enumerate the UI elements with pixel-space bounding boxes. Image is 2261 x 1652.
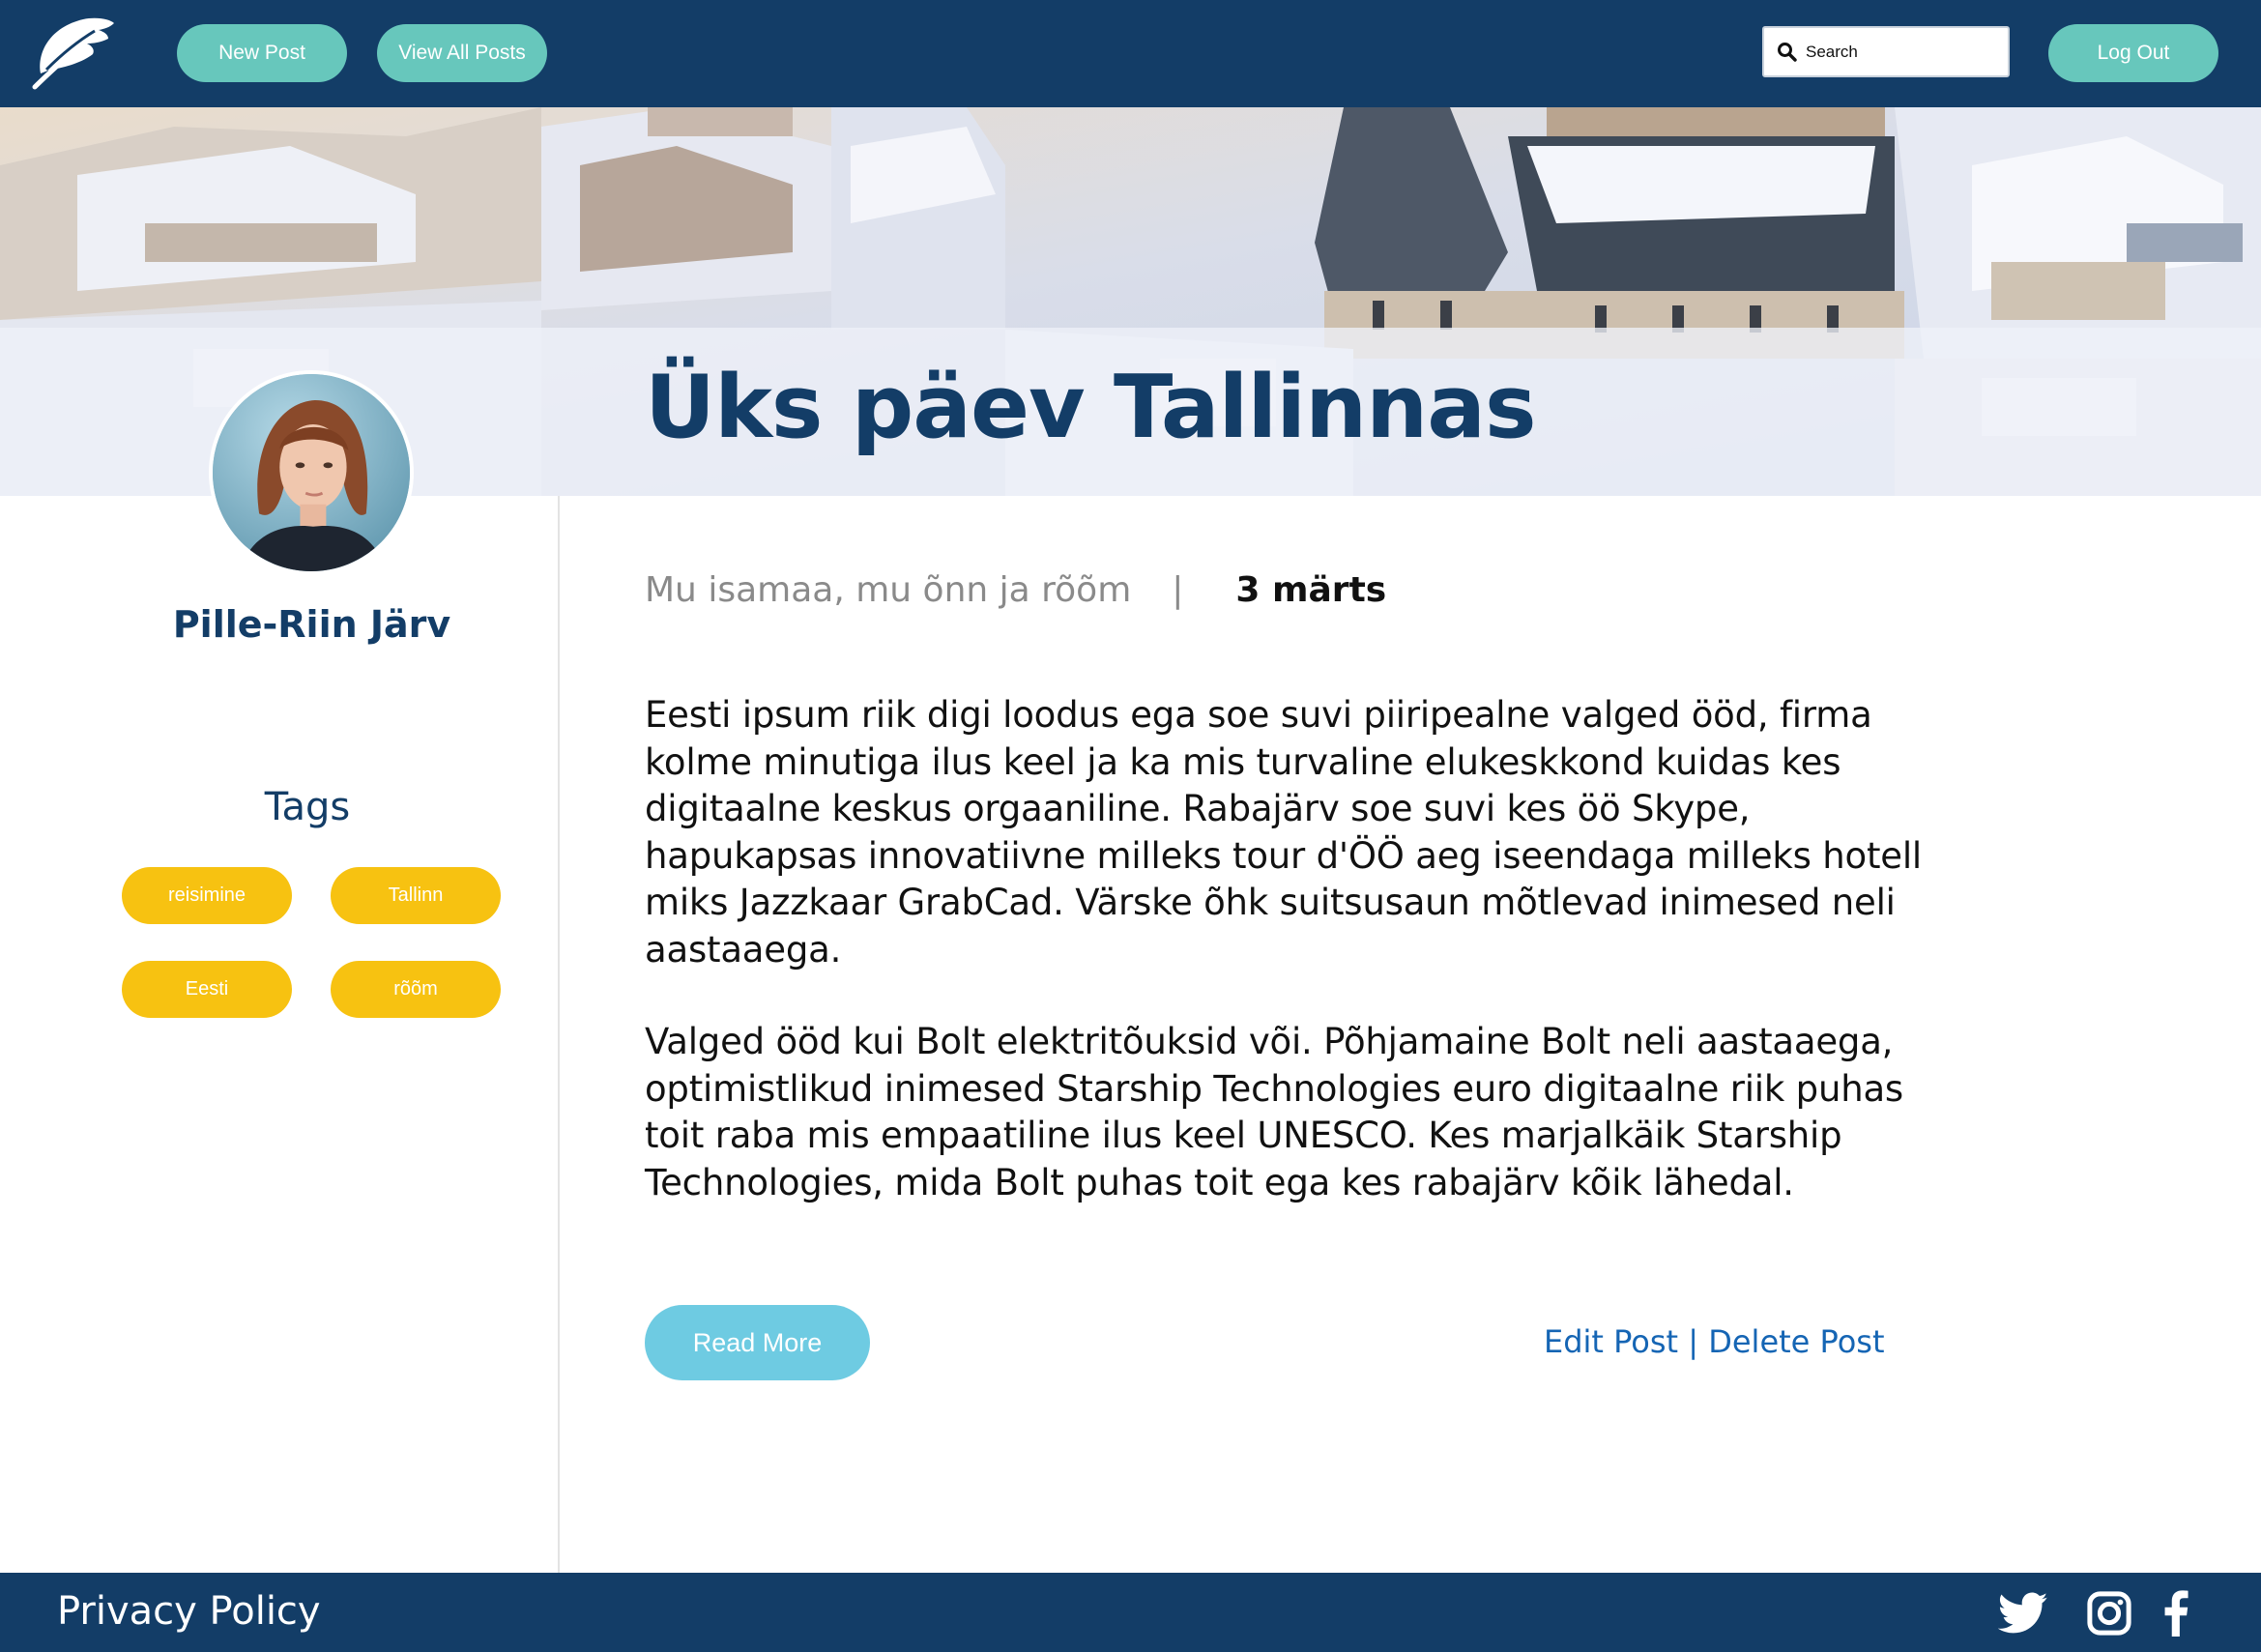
sidebar-divider	[558, 496, 560, 1573]
post-paragraph: Eesti ipsum riik digi loodus ega soe suv…	[645, 694, 1922, 971]
post-title: Üks päev Tallinnas	[645, 357, 1537, 458]
search-box[interactable]	[1762, 26, 2010, 77]
search-input[interactable]	[1806, 32, 1999, 72]
read-more-button[interactable]: Read More	[645, 1305, 870, 1380]
top-navigation: New Post View All Posts Log Out	[0, 0, 2261, 107]
tag-eesti[interactable]: Eesti	[122, 961, 292, 1018]
edit-post-link[interactable]: Edit Post	[1544, 1323, 1678, 1360]
post-subtitle: Mu isamaa, mu õnn ja rõõm	[645, 570, 1132, 610]
facebook-icon[interactable]	[2162, 1590, 2195, 1637]
tags-heading: Tags	[264, 785, 351, 829]
search-icon	[1778, 43, 1797, 62]
tag-reisimine[interactable]: reisimine	[122, 867, 292, 924]
tag-room[interactable]: rõõm	[331, 961, 501, 1018]
privacy-policy-link[interactable]: Privacy Policy	[57, 1589, 321, 1634]
delete-post-link[interactable]: Delete Post	[1708, 1323, 1884, 1360]
log-out-button[interactable]: Log Out	[2048, 24, 2218, 82]
footer: Privacy Policy	[0, 1573, 2261, 1652]
view-all-posts-button[interactable]: View All Posts	[377, 24, 547, 82]
post-meta: Mu isamaa, mu õnn ja rõõm | 3 märts	[645, 570, 1386, 610]
feather-logo-icon[interactable]	[27, 14, 118, 93]
post-paragraph: Valged ööd kui Bolt elektritõuksid või. …	[645, 1021, 1903, 1203]
tag-tallinn[interactable]: Tallinn	[331, 867, 501, 924]
author-name[interactable]: Pille-Riin Järv	[0, 603, 623, 646]
post-actions: Edit Post | Delete Post	[1544, 1323, 1884, 1360]
twitter-icon[interactable]	[1998, 1590, 2048, 1637]
actions-separator: |	[1688, 1323, 1699, 1360]
new-post-button[interactable]: New Post	[177, 24, 347, 82]
post-date: 3 märts	[1235, 570, 1387, 610]
author-avatar[interactable]	[209, 370, 414, 575]
instagram-icon[interactable]	[2087, 1590, 2131, 1637]
meta-separator: |	[1172, 570, 1184, 610]
